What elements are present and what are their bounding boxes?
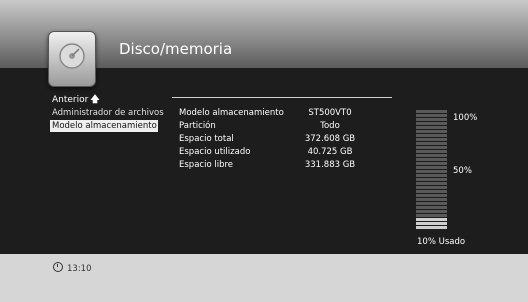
gauge-label-50: 50% — [453, 166, 472, 176]
gauge-segment — [416, 154, 447, 157]
gauge-segment — [416, 142, 447, 145]
page-title: Disco/memoria — [119, 40, 233, 58]
back-label: Anterior — [52, 95, 89, 105]
gauge-label-100: 100% — [453, 113, 478, 123]
usage-gauge — [416, 110, 447, 230]
gauge-segment — [416, 122, 447, 125]
gauge-segment — [416, 226, 447, 229]
gauge-segment — [416, 126, 447, 129]
gauge-segment — [416, 130, 447, 133]
gauge-segment — [416, 182, 447, 185]
gauge-segment — [416, 146, 447, 149]
gauge-segment — [416, 222, 447, 225]
info-value-model: ST500VT0 — [308, 108, 352, 118]
gauge-segment — [416, 110, 447, 113]
clock-icon — [53, 262, 63, 272]
gauge-segment — [416, 134, 447, 137]
gauge-segment — [416, 162, 447, 165]
info-value-total: 372.608 GB — [304, 134, 356, 144]
clock-time: 13:10 — [67, 264, 92, 274]
info-value-free: 331.883 GB — [304, 160, 356, 170]
gauge-segment — [416, 190, 447, 193]
info-value-partition: Todo — [320, 121, 340, 131]
gauge-segment — [416, 178, 447, 181]
menu-item-storage-model[interactable]: Modelo almacenamiento — [50, 120, 158, 132]
gauge-segment — [416, 114, 447, 117]
menu-item-file-manager[interactable]: Administrador de archivos — [52, 108, 164, 118]
gauge-segment — [416, 158, 447, 161]
disk-icon — [48, 31, 96, 87]
gauge-segment — [416, 166, 447, 169]
gauge-segment — [416, 202, 447, 205]
info-label-used: Espacio utilizado — [179, 147, 251, 157]
info-label-free: Espacio libre — [179, 160, 233, 170]
gauge-segment — [416, 194, 447, 197]
gauge-segment — [416, 170, 447, 173]
divider — [172, 97, 392, 98]
usage-text: 10% Usado — [417, 237, 466, 247]
info-value-used: 40.725 GB — [307, 147, 353, 157]
arrow-up-icon: 🡅 — [90, 95, 100, 105]
gauge-segment — [416, 138, 447, 141]
gauge-segment — [416, 150, 447, 153]
gauge-segment — [416, 214, 447, 217]
info-label-total: Espacio total — [179, 134, 234, 144]
gauge-segment — [416, 210, 447, 213]
gauge-segment — [416, 174, 447, 177]
gauge-segment — [416, 218, 447, 221]
clock: 13:10 — [53, 262, 92, 274]
gauge-segment — [416, 186, 447, 189]
gauge-segment — [416, 198, 447, 201]
screen: Disco/memoria Anterior 🡅 Administrador de… — [0, 0, 528, 302]
info-label-partition: Partición — [179, 121, 216, 131]
gauge-segment — [416, 206, 447, 209]
gauge-segment — [416, 118, 447, 121]
back-button[interactable]: Anterior 🡅 — [52, 92, 100, 108]
info-label-model: Modelo almacenamiento — [179, 108, 284, 118]
